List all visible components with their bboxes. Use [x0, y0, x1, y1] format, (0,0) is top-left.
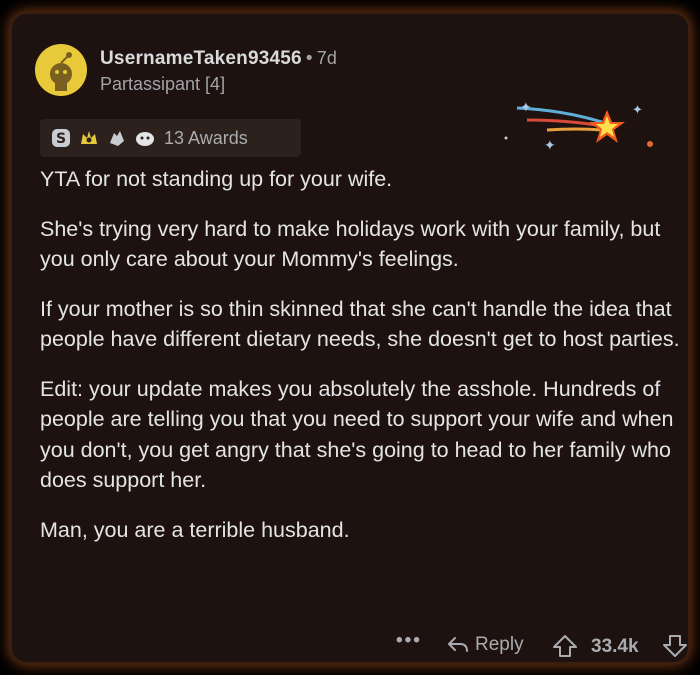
- svg-text:S: S: [56, 131, 66, 147]
- reply-arrow-icon: [448, 637, 468, 652]
- comment-paragraph: If your mother is so thin skinned that s…: [40, 296, 680, 352]
- comment-actions: ••• Reply 33.4k: [392, 630, 700, 662]
- comment-paragraph: Edit: your update makes you absolutely t…: [40, 376, 674, 493]
- award-animation-icon: ✦ ✦ ✦: [504, 100, 653, 153]
- upvote-arrow-icon[interactable]: [552, 634, 578, 658]
- comment-paragraph: She's trying very hard to make holidays …: [40, 216, 661, 272]
- comment-header: UsernameTaken93456 • 7d: [100, 48, 337, 70]
- award-face-icon: [136, 132, 154, 146]
- user-flair: Partassipant [4]: [100, 74, 226, 94]
- comment-paragraph: Man, you are a terrible husband.: [40, 517, 350, 542]
- award-hands-icon: [110, 131, 124, 146]
- vote-score: 33.4k: [591, 636, 639, 657]
- more-options-button[interactable]: •••: [396, 630, 422, 652]
- svg-text:✦: ✦: [632, 102, 643, 117]
- award-crown-icon: [81, 131, 97, 144]
- comment-card: UsernameTaken93456 • 7d Partassipant [4] S…: [12, 14, 688, 662]
- comment-body: YTA for not standing up for your wife. S…: [40, 164, 690, 564]
- separator-dot: •: [305, 48, 313, 69]
- awards-count: 13 Awards: [164, 127, 248, 148]
- reply-button[interactable]: Reply: [447, 634, 524, 656]
- comment-paragraph: YTA for not standing up for your wife.: [40, 167, 393, 191]
- award-s-icon: S: [52, 129, 70, 147]
- comment-age: 7d: [316, 48, 338, 68]
- username-link[interactable]: UsernameTaken93456: [100, 48, 302, 69]
- reply-label: Reply: [475, 634, 524, 655]
- svg-text:✦: ✦: [520, 100, 532, 115]
- svg-text:✦: ✦: [544, 137, 556, 153]
- snoo-avatar-icon[interactable]: [35, 44, 87, 96]
- downvote-arrow-icon[interactable]: [662, 634, 688, 658]
- awards-bar[interactable]: S 13 Awards: [40, 119, 301, 157]
